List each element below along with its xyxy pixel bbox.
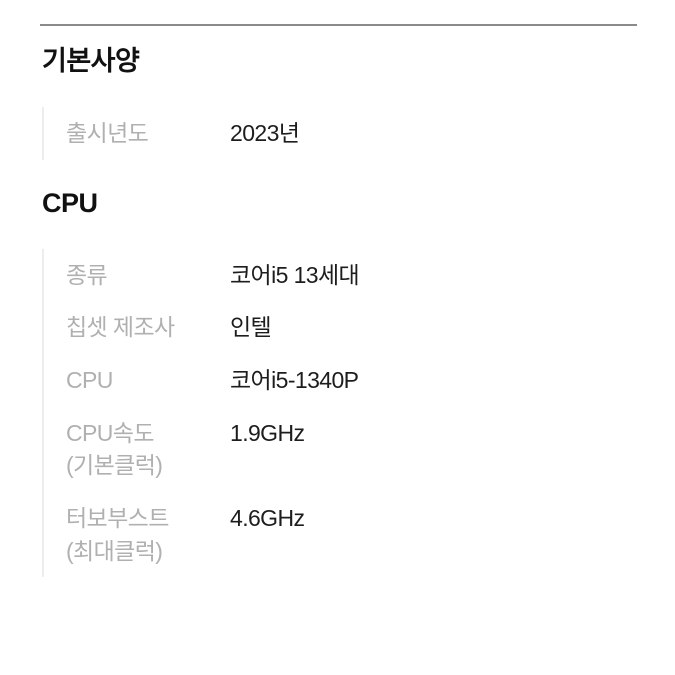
spec-content: 기본사양 출시년도 2023년 CPU 종류 코어i5 13세대 칩셋 제조사 … bbox=[0, 48, 675, 578]
spec-value: 1.9GHz bbox=[230, 419, 305, 446]
spec-label: 터보부스트(최대클럭) bbox=[66, 504, 169, 564]
section-basic-spec: 기본사양 출시년도 2023년 bbox=[0, 48, 675, 160]
spec-list-basic: 출시년도 2023년 bbox=[42, 107, 675, 160]
table-row: CPU 코어i5-1340P bbox=[44, 354, 675, 407]
table-row: CPU속도(기본클럭) 1.9GHz bbox=[44, 407, 675, 492]
spec-value: 코어i5-1340P bbox=[230, 366, 359, 393]
spec-value: 2023년 bbox=[230, 120, 300, 146]
spec-value: 인텔 bbox=[230, 314, 272, 341]
section-title-basic-spec: 기본사양 bbox=[42, 46, 140, 76]
spec-label: 칩셋 제조사 bbox=[66, 314, 175, 341]
section-title-cpu: CPU bbox=[42, 187, 98, 218]
top-divider bbox=[40, 24, 637, 26]
spec-list-cpu: 종류 코어i5 13세대 칩셋 제조사 인텔 CPU 코어i5-1340P CP… bbox=[42, 248, 675, 578]
spec-label: 출시년도 bbox=[66, 120, 149, 146]
table-row: 출시년도 2023년 bbox=[44, 107, 675, 160]
table-row: 칩셋 제조사 인텔 bbox=[44, 301, 675, 354]
table-row: 종류 코어i5 13세대 bbox=[44, 249, 675, 302]
spec-value: 4.6GHz bbox=[230, 504, 305, 531]
section-cpu: CPU 종류 코어i5 13세대 칩셋 제조사 인텔 CPU 코어i5-1340… bbox=[0, 187, 675, 578]
spec-label: CPU bbox=[66, 366, 113, 393]
spec-label: 종류 bbox=[66, 261, 108, 288]
table-row: 터보부스트(최대클럭) 4.6GHz bbox=[44, 492, 675, 577]
spec-value: 코어i5 13세대 bbox=[230, 261, 360, 288]
spec-page: 기본사양 출시년도 2023년 CPU 종류 코어i5 13세대 칩셋 제조사 … bbox=[0, 0, 675, 675]
spec-label: CPU속도(기본클럭) bbox=[66, 419, 163, 479]
